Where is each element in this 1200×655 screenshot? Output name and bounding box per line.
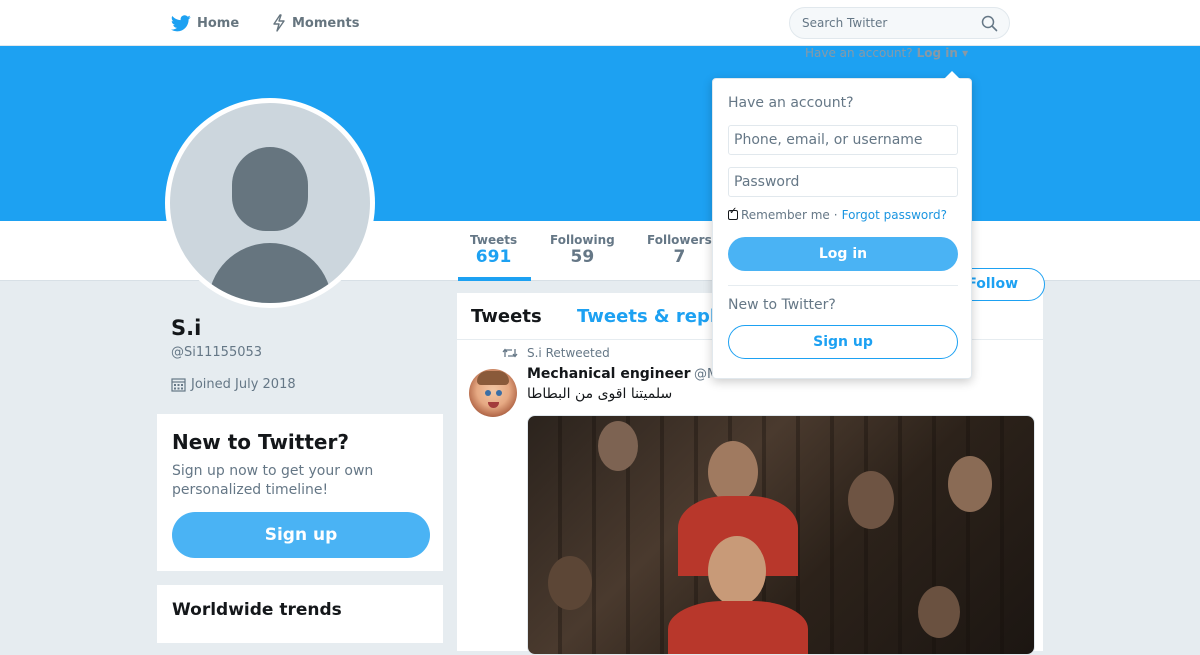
lightning-icon (272, 14, 286, 32)
joined-text: Joined July 2018 (191, 377, 296, 392)
avatar-hair (477, 371, 509, 385)
photo-person (948, 456, 992, 512)
tweet-media-image[interactable] (527, 415, 1035, 655)
photo-shirt (668, 601, 808, 654)
stat-followers[interactable]: Followers 7 (647, 233, 712, 267)
retweet-context: S.i Retweeted (502, 346, 610, 360)
retweet-context-text: S.i Retweeted (527, 346, 610, 360)
remember-label[interactable]: Remember me (741, 208, 830, 222)
avatar-eye (485, 390, 491, 396)
login-dropdown: Have an account? Remember me · Forgot pa… (712, 71, 972, 379)
password-field[interactable] (728, 167, 958, 197)
stat-following[interactable]: Following 59 (550, 233, 615, 267)
tweet-author-name[interactable]: Mechanical engineer (527, 366, 690, 382)
search-box (789, 7, 1010, 39)
stat-tweets-label: Tweets (470, 233, 518, 247)
nav-home-label: Home (197, 15, 240, 31)
remember-checkbox[interactable] (728, 206, 738, 220)
joined-date: Joined July 2018 (171, 377, 296, 392)
photo-person (598, 421, 638, 471)
dropdown-caret (944, 71, 960, 79)
photo-person (708, 441, 758, 503)
tweet-text: سلميتنا اقوى من البطاطا (527, 386, 673, 402)
nav-moments[interactable]: Moments (272, 12, 359, 34)
calendar-icon (171, 377, 186, 392)
stat-following-value: 59 (570, 247, 595, 267)
avatar-body (208, 243, 332, 303)
signup-button[interactable]: Sign up (728, 325, 958, 359)
profile-avatar[interactable] (165, 98, 375, 308)
trends-title: Worldwide trends (172, 600, 342, 620)
signup-card-text: Sign up now to get your own personalized… (172, 463, 374, 498)
signup-card: New to Twitter? Sign up now to get your … (156, 413, 444, 572)
username-field[interactable] (728, 125, 958, 155)
signup-card-title: New to Twitter? (172, 430, 349, 454)
photo-person (708, 536, 766, 606)
login-hint-text: Have an account? (805, 46, 913, 60)
nav-home[interactable]: Home (171, 12, 239, 34)
login-link-label: Log in (916, 46, 958, 60)
caret-down-icon: ▾ (962, 46, 969, 60)
nav-moments-label: Moments (292, 15, 360, 31)
separator: · (833, 208, 838, 222)
stat-followers-value: 7 (673, 247, 686, 267)
search-icon[interactable] (981, 15, 998, 36)
stat-followers-label: Followers (647, 233, 712, 247)
photo-person (918, 586, 960, 638)
avatar-eye (496, 390, 502, 396)
profile-name[interactable]: S.i (171, 316, 201, 340)
login-button[interactable]: Log in (728, 237, 958, 271)
avatar-head (232, 147, 308, 231)
top-navigation: Home Moments (0, 0, 1200, 46)
login-link[interactable]: Log in ▾ (917, 46, 969, 60)
forgot-password-link[interactable]: Forgot password? (842, 208, 947, 222)
stat-tweets-value: 691 (475, 247, 512, 267)
dropdown-title: Have an account? (728, 95, 854, 111)
retweet-icon (502, 347, 518, 359)
stat-following-label: Following (550, 233, 615, 247)
photo-person (848, 471, 894, 529)
dropdown-divider (728, 285, 958, 286)
profile-handle[interactable]: @Si11155053 (171, 345, 262, 360)
login-hint: Have an account? Log in ▾ (805, 46, 968, 60)
search-input[interactable] (802, 14, 972, 32)
remember-row: Remember me · Forgot password? (728, 206, 947, 222)
tab-tweets[interactable]: Tweets (471, 306, 542, 327)
default-avatar-icon (170, 103, 370, 303)
signup-card-button[interactable]: Sign up (172, 512, 430, 558)
new-to-twitter-label: New to Twitter? (728, 297, 836, 313)
tab-tweets-replies[interactable]: Tweets & repl (577, 306, 716, 327)
stat-tweets[interactable]: Tweets 691 (457, 233, 532, 281)
tweet-author-avatar[interactable] (469, 369, 517, 417)
trends-card: Worldwide trends (156, 584, 444, 644)
photo-person (548, 556, 592, 610)
twitter-bird-icon (171, 14, 191, 32)
avatar-mouth (488, 402, 499, 408)
